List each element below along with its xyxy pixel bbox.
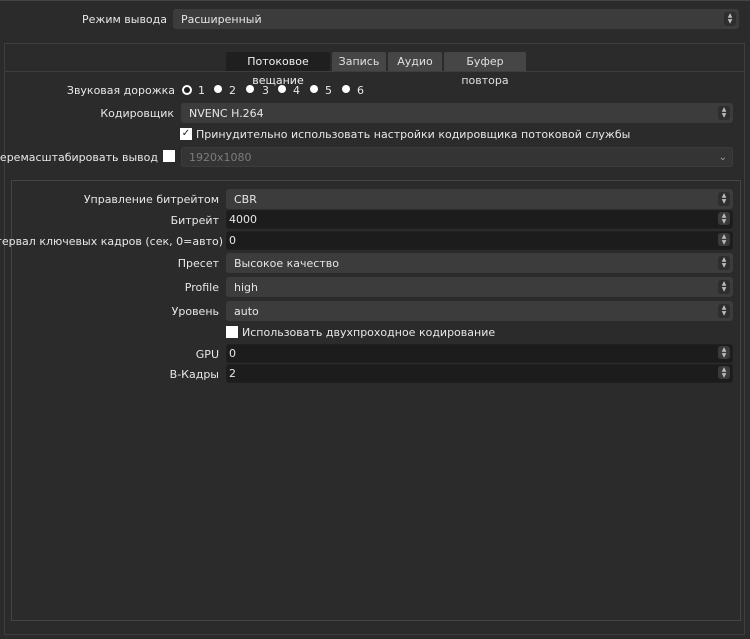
level-label: Уровень [171, 305, 219, 318]
encoder-value: NVENC H.264 [189, 107, 264, 120]
rescale-label: Перемасштабировать вывод [0, 151, 158, 164]
rescale-resolution-select[interactable]: 1920x1080 ⌄ [181, 147, 733, 167]
bframes-value: 2 [229, 367, 236, 380]
updown-arrows-icon: ▲ ▼ [724, 12, 736, 26]
profile-select[interactable]: high ▲ ▼ [226, 277, 733, 297]
bframes-label: B-Кадры [169, 368, 219, 381]
rescale-resolution-value: 1920x1080 [189, 151, 252, 164]
keyint-spinbox[interactable]: 0 ▲ ▼ [226, 231, 733, 250]
preset-value: Высокое качество [234, 257, 339, 270]
preset-label: Пресет [177, 257, 219, 270]
output-mode-select[interactable]: Расширенный ▲ ▼ [173, 9, 739, 29]
rescale-checkbox[interactable] [163, 150, 175, 162]
enforce-service-label: Принудительно использовать настройки код… [196, 128, 631, 141]
updown-arrows-icon: ▲ ▼ [718, 106, 730, 120]
chevron-down-icon: ⌄ [718, 152, 727, 163]
updown-arrows-icon: ▲ ▼ [718, 256, 730, 270]
audio-track-radio-1[interactable] [182, 85, 192, 95]
audio-track-radio-2[interactable] [214, 85, 222, 93]
gpu-value: 0 [229, 347, 236, 360]
keyint-value: 0 [229, 234, 236, 247]
two-pass-label: Использовать двухпроходное кодирование [242, 326, 496, 339]
updown-arrows-icon: ▲ ▼ [718, 192, 730, 206]
level-select[interactable]: auto ▲ ▼ [226, 301, 733, 321]
tab-recording[interactable]: Запись [332, 52, 386, 71]
preset-select[interactable]: Высокое качество ▲ ▼ [226, 253, 733, 273]
output-mode-value: Расширенный [181, 13, 262, 26]
profile-value: high [234, 281, 258, 294]
spin-arrows-icon[interactable]: ▲ ▼ [718, 346, 730, 359]
audio-track-radio-3[interactable] [246, 85, 254, 93]
audio-track-option-5: 5 [325, 84, 332, 97]
audio-track-radio-5[interactable] [310, 85, 318, 93]
keyint-label: Интервал ключевых кадров (сек, 0=авто) [0, 235, 223, 248]
audio-track-radio-6[interactable] [342, 85, 350, 93]
rate-control-label: Управление битрейтом [83, 193, 219, 206]
rate-control-value: CBR [234, 193, 257, 206]
audio-track-option-4: 4 [293, 84, 300, 97]
top-border [0, 0, 750, 1]
updown-arrows-icon: ▲ ▼ [718, 304, 730, 318]
enforce-service-checkbox[interactable]: ✓ [180, 128, 192, 140]
gpu-label: GPU [195, 348, 219, 361]
audio-track-option-2: 2 [229, 84, 236, 97]
output-mode-label: Режим вывода [82, 13, 167, 26]
gpu-spinbox[interactable]: 0 ▲ ▼ [226, 344, 733, 363]
bitrate-spinbox[interactable]: 4000 ▲ ▼ [226, 210, 733, 229]
two-pass-checkbox[interactable] [226, 326, 238, 338]
profile-label: Profile [184, 281, 219, 294]
spin-arrows-icon[interactable]: ▲ ▼ [718, 212, 730, 225]
tab-streaming[interactable]: Потоковое вещание [226, 52, 330, 87]
bframes-spinbox[interactable]: 2 ▲ ▼ [226, 364, 733, 383]
bitrate-label: Битрейт [170, 214, 219, 227]
audio-track-radio-4[interactable] [278, 85, 286, 93]
tab-replay-buffer[interactable]: Буфер повтора [444, 52, 526, 87]
audio-track-option-1: 1 [198, 84, 205, 97]
encoder-label: Кодировщик [100, 107, 174, 120]
updown-arrows-icon: ▲ ▼ [718, 280, 730, 294]
tab-audio[interactable]: Аудио [388, 52, 442, 71]
audio-track-option-3: 3 [262, 84, 269, 97]
audio-track-label: Звуковая дорожка [66, 84, 175, 97]
spin-arrows-icon[interactable]: ▲ ▼ [718, 366, 730, 379]
spin-arrows-icon[interactable]: ▲ ▼ [718, 233, 730, 246]
tab-underline [5, 71, 744, 72]
bitrate-value: 4000 [229, 213, 257, 226]
audio-track-option-6: 6 [357, 84, 364, 97]
level-value: auto [234, 305, 259, 318]
rate-control-select[interactable]: CBR ▲ ▼ [226, 189, 733, 209]
encoder-select[interactable]: NVENC H.264 ▲ ▼ [181, 103, 733, 123]
